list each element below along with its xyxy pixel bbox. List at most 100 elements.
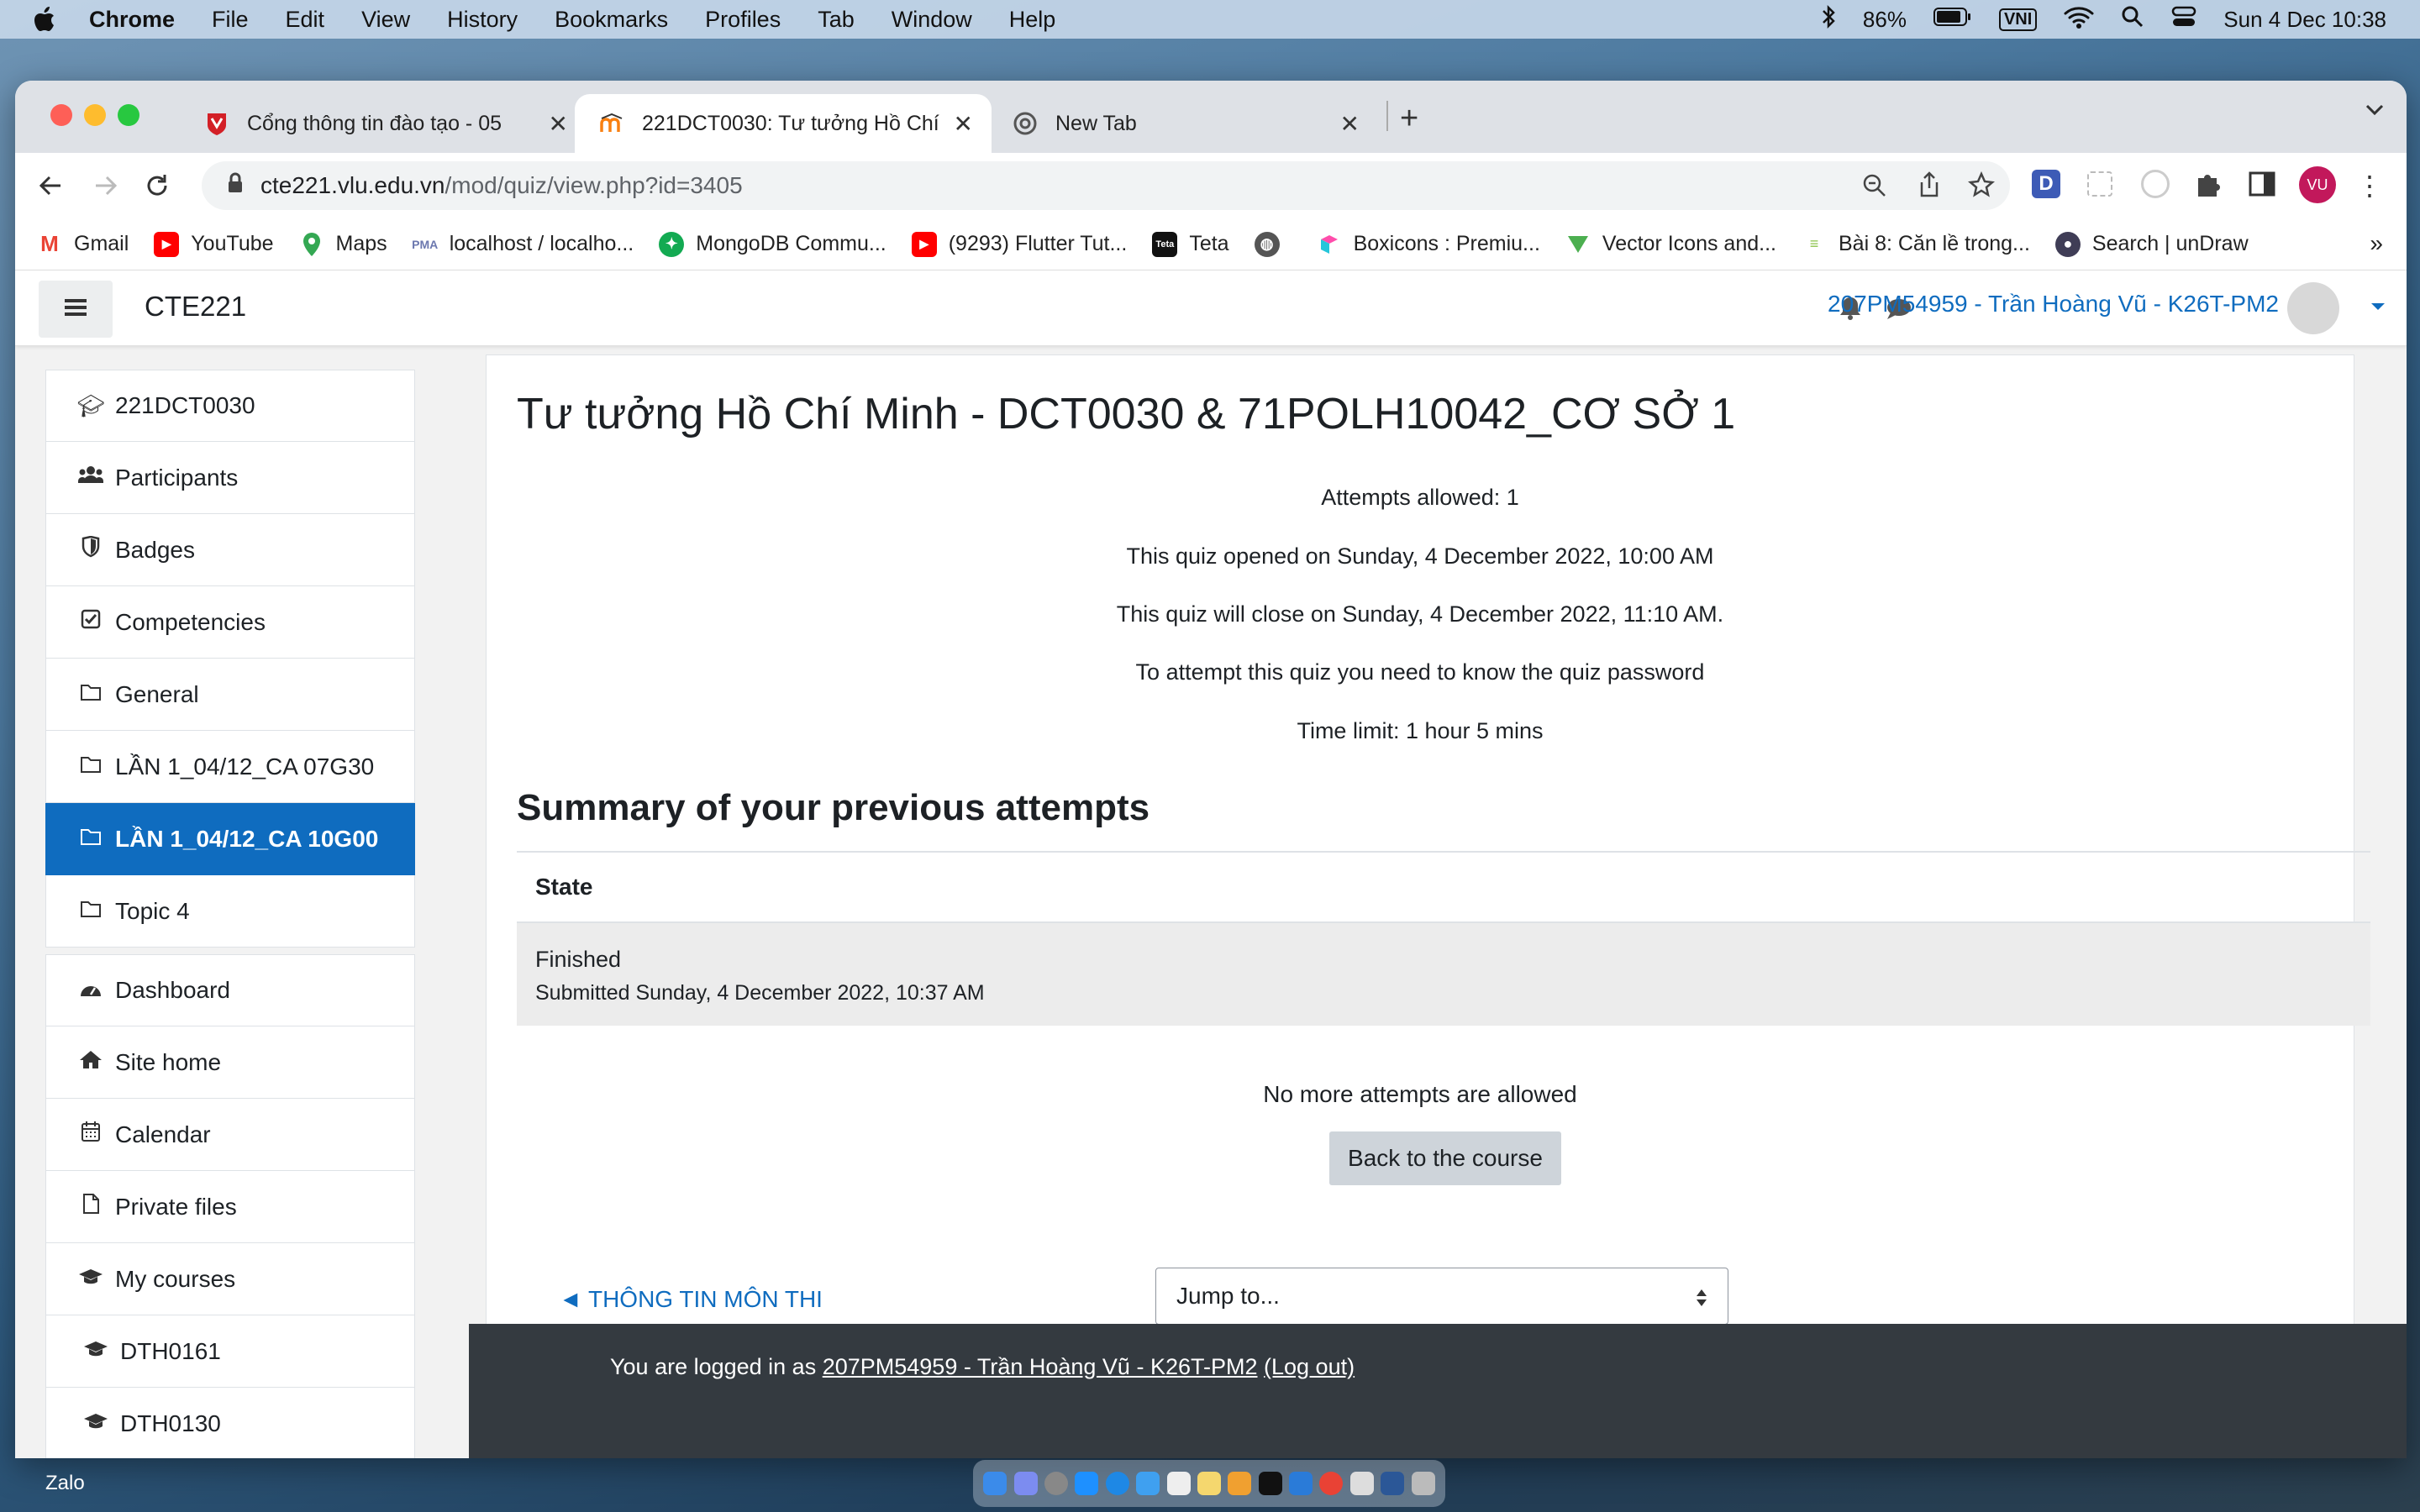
jump-to-select[interactable]: Jump to...	[1155, 1268, 1728, 1325]
spotlight-search-icon[interactable]	[2121, 5, 2144, 34]
battery-icon[interactable]	[1933, 7, 1972, 33]
drawer-item-section-0730[interactable]: LẦN 1_04/12_CA 07G30	[45, 731, 415, 803]
lock-icon[interactable]	[227, 172, 244, 200]
tab-search-chevron-icon[interactable]	[2365, 102, 2385, 120]
bookmark-phpmyadmin[interactable]: PMA localhost / localho...	[412, 231, 634, 257]
new-tab-plus-icon[interactable]: +	[1400, 101, 1418, 137]
reminders-icon[interactable]	[1166, 1472, 1191, 1495]
bookmark-bai8[interactable]: ≡ Bài 8: Căn lề trong...	[1801, 231, 2030, 257]
drawer-item-dth0161[interactable]: DTH0161	[45, 1315, 415, 1388]
site-name[interactable]: CTE221	[145, 291, 246, 323]
drawer-item-dashboard[interactable]: Dashboard	[45, 954, 415, 1026]
footer-logout-link[interactable]: (Log out)	[1264, 1354, 1355, 1379]
address-bar[interactable]: cte221.vlu.edu.vn/mod/quiz/view.php?id=3…	[202, 161, 2010, 210]
menu-edit[interactable]: Edit	[286, 7, 325, 33]
bookmark-youtube[interactable]: ▶ YouTube	[154, 231, 274, 257]
drawer-item-general[interactable]: General	[45, 659, 415, 731]
drawer-item-calendar[interactable]: Calendar	[45, 1099, 415, 1171]
drawer-item-badges[interactable]: Badges	[45, 514, 415, 586]
tab-cong-thong-tin[interactable]: Cổng thông tin đào tạo - 05 ✕	[180, 94, 587, 153]
close-icon[interactable]: ✕	[549, 110, 568, 138]
bookmark-gmail[interactable]: M Gmail	[37, 231, 129, 257]
drawer-item-course[interactable]: 🎓︎ 221DCT0030	[45, 370, 415, 442]
chrome-dock-icon[interactable]	[1319, 1472, 1344, 1495]
moodle-icon	[600, 112, 623, 135]
quiz-info-time-limit: Time limit: 1 hour 5 mins	[1297, 718, 1544, 743]
close-window-button[interactable]	[50, 104, 72, 126]
launchpad-icon[interactable]	[1013, 1472, 1038, 1495]
control-center-icon[interactable]	[2171, 5, 2196, 34]
apple-icon[interactable]	[32, 5, 57, 34]
back-to-course-button[interactable]: Back to the course	[1329, 1131, 1561, 1185]
bookmark-boxicons[interactable]: Boxicons : Premiu...	[1316, 231, 1540, 257]
mail-icon[interactable]	[1136, 1472, 1160, 1495]
vscode-icon[interactable]	[1289, 1472, 1313, 1495]
zoom-icon[interactable]	[1862, 173, 1887, 204]
footer-user-link[interactable]: 207PM54959 - Trần Hoàng Vũ - K26T-PM2	[823, 1354, 1258, 1379]
previous-activity-link[interactable]: ◄ THÔNG TIN MÔN THI	[559, 1286, 823, 1313]
side-panel-icon[interactable]	[2249, 171, 2275, 201]
menu-history[interactable]: History	[447, 7, 518, 33]
drawer-item-section-1000[interactable]: LẦN 1_04/12_CA 10G00	[45, 803, 415, 875]
table-header-state: State	[517, 851, 2370, 923]
url-path: /mod/quiz/view.php?id=3405	[445, 172, 743, 198]
close-icon[interactable]: ✕	[1340, 110, 1360, 138]
reload-icon[interactable]	[143, 171, 171, 204]
bookmark-mongodb[interactable]: ✦ MongoDB Commu...	[659, 231, 886, 257]
menu-window[interactable]: Window	[892, 7, 972, 33]
bookmarks-overflow-icon[interactable]: »	[2370, 230, 2383, 257]
menu-view[interactable]: View	[361, 7, 410, 33]
tab-quiz[interactable]: 221DCT0030: Tư tưởng Hồ Chí ✕	[575, 94, 992, 153]
menubar-clock[interactable]: Sun 4 Dec 10:38	[2223, 7, 2386, 33]
shield-icon	[76, 535, 105, 564]
wifi-icon[interactable]	[2064, 5, 2094, 34]
bookmark-vector-icons[interactable]: Vector Icons and...	[1565, 231, 1776, 257]
extension-circle-icon[interactable]	[2141, 170, 2170, 198]
extensions-puzzle-icon[interactable]	[2195, 170, 2222, 202]
bluetooth-icon[interactable]	[1821, 4, 1836, 35]
bookmark-teta[interactable]: Teta Teta	[1152, 231, 1229, 257]
share-icon[interactable]	[1918, 171, 1941, 204]
word-icon[interactable]	[1381, 1472, 1405, 1495]
menu-profiles[interactable]: Profiles	[705, 7, 781, 33]
desktop-label-zalo[interactable]: Zalo	[45, 1472, 85, 1495]
input-method-badge[interactable]: VNI	[1998, 8, 2038, 31]
menu-bookmarks[interactable]: Bookmarks	[555, 7, 668, 33]
app-store-icon[interactable]	[1075, 1472, 1099, 1495]
notes-icon[interactable]	[1197, 1472, 1221, 1495]
bookmark-undraw[interactable]: ● Search | unDraw	[2054, 231, 2249, 257]
drawer-item-private-files[interactable]: Private files	[45, 1171, 415, 1243]
forward-arrow-icon[interactable]	[91, 171, 119, 204]
tab-new-tab[interactable]: New Tab ✕	[988, 94, 1378, 153]
close-icon[interactable]: ✕	[954, 110, 973, 138]
menu-tab[interactable]: Tab	[818, 7, 855, 33]
profile-avatar[interactable]: VU	[2299, 166, 2336, 203]
terminal-icon[interactable]	[1258, 1472, 1282, 1495]
drawer-item-topic-4[interactable]: Topic 4	[45, 875, 415, 948]
bookmark-maps[interactable]: Maps	[298, 231, 387, 257]
menu-file[interactable]: File	[212, 7, 249, 33]
drawer-item-competencies[interactable]: Competencies	[45, 586, 415, 659]
bookmark-flutter[interactable]: ▶ (9293) Flutter Tut...	[911, 231, 1127, 257]
extension-d-icon[interactable]: D	[2032, 170, 2060, 198]
minimize-window-button[interactable]	[84, 104, 106, 126]
chrome-menu-icon[interactable]: ⋮	[2356, 170, 2383, 202]
preview-icon[interactable]	[1349, 1472, 1374, 1495]
zoom-window-button[interactable]	[118, 104, 139, 126]
drawer-item-dth0130[interactable]: DTH0130	[45, 1388, 415, 1458]
pages-icon[interactable]	[1228, 1472, 1252, 1495]
extension-grid-icon[interactable]	[2087, 171, 2112, 197]
settings-icon[interactable]	[1044, 1472, 1068, 1495]
menu-app-name[interactable]: Chrome	[89, 7, 175, 33]
trash-icon[interactable]	[1411, 1472, 1435, 1495]
safari-icon[interactable]	[1105, 1472, 1129, 1495]
bookmark-globe[interactable]: ◍	[1254, 231, 1292, 257]
menu-toggle-button[interactable]	[39, 281, 113, 338]
menu-help[interactable]: Help	[1009, 7, 1056, 33]
bookmark-star-icon[interactable]	[1968, 171, 1995, 204]
drawer-item-my-courses[interactable]: My courses	[45, 1243, 415, 1315]
finder-icon[interactable]	[983, 1472, 1007, 1495]
drawer-item-site-home[interactable]: Site home	[45, 1026, 415, 1099]
back-arrow-icon[interactable]	[37, 171, 66, 204]
drawer-item-participants[interactable]: Participants	[45, 442, 415, 514]
